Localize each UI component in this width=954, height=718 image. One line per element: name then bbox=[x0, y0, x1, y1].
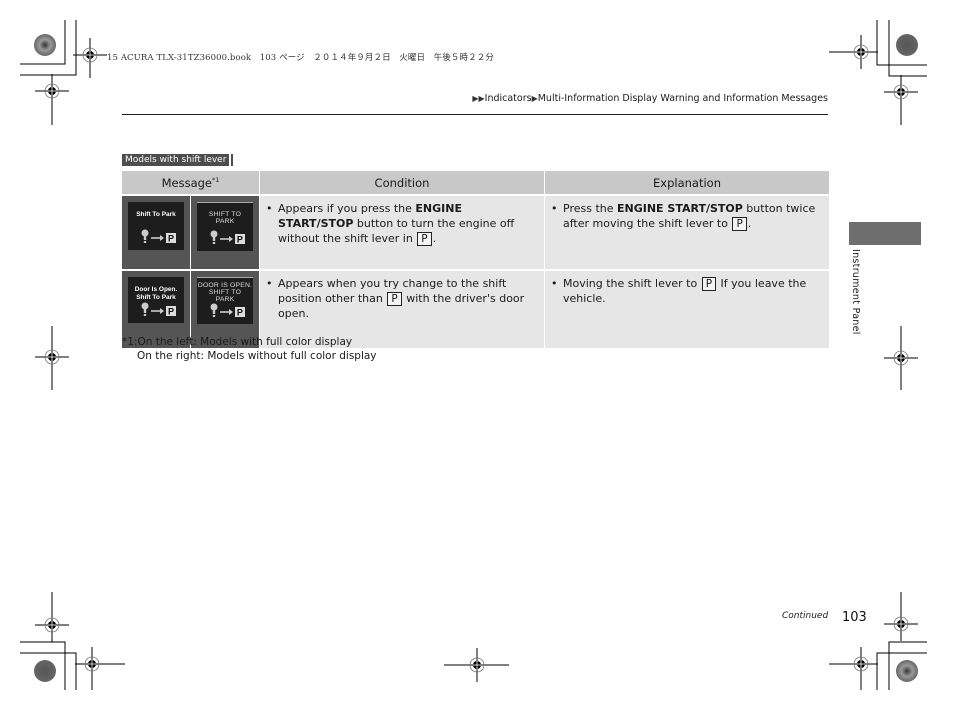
color-target-icon bbox=[896, 660, 918, 682]
gear-p-icon: P bbox=[387, 292, 402, 306]
color-target-icon bbox=[34, 660, 56, 682]
header-rule bbox=[122, 114, 828, 115]
bullet-icon: • bbox=[551, 277, 558, 290]
continued-label: Continued bbox=[782, 611, 829, 621]
shift-to-park-icon: P bbox=[210, 303, 245, 318]
registration-mark-icon bbox=[459, 647, 495, 683]
explanation-cell: • Press the ENGINE START/STOP button twi… bbox=[544, 194, 829, 270]
header-message: Message*1 bbox=[122, 171, 260, 195]
header-condition: Condition bbox=[259, 171, 545, 195]
bullet-icon: • bbox=[266, 202, 273, 215]
display-full-color: Shift To Park P bbox=[122, 194, 191, 270]
footnote-line-1: *1:On the left: Models with full color d… bbox=[122, 336, 353, 348]
registration-mark-icon bbox=[34, 339, 70, 375]
svg-text:P: P bbox=[237, 308, 243, 318]
models-tag: Models with shift lever bbox=[122, 154, 232, 166]
shift-to-park-icon: P bbox=[141, 229, 176, 244]
table-header-row: Message*1 Condition Explanation bbox=[122, 171, 829, 195]
display-screen: Door Is Open. Shift To Park P bbox=[128, 277, 184, 323]
print-header: 15 ACURA TLX-31TZ36000.book 103 ページ ２０１４… bbox=[107, 53, 494, 63]
header-explanation: Explanation bbox=[544, 171, 829, 195]
registration-mark-icon bbox=[843, 646, 879, 682]
breadcrumb-item-indicators[interactable]: Indicators bbox=[485, 93, 532, 104]
shift-to-park-icon: P bbox=[141, 302, 176, 317]
display-screen: Shift To Park P bbox=[128, 202, 184, 250]
explanation-cell: • Moving the shift lever to P If you lea… bbox=[544, 269, 829, 348]
registration-mark-icon bbox=[34, 607, 70, 643]
side-tab-marker bbox=[849, 222, 921, 245]
svg-text:P: P bbox=[168, 234, 174, 244]
footnote-line-2: On the right: Models without full color … bbox=[137, 350, 377, 362]
svg-text:P: P bbox=[168, 307, 174, 317]
display-screen: DOOR IS OPEN. SHIFT TO PARK P bbox=[197, 277, 253, 324]
bullet-icon: • bbox=[551, 202, 558, 215]
condition-cell: • Appears if you press the ENGINE START/… bbox=[259, 194, 545, 270]
table-row: Shift To Park P SHIFT TO PARK P • Appear… bbox=[122, 194, 829, 270]
gear-p-icon: P bbox=[701, 277, 717, 291]
shift-to-park-icon: P bbox=[210, 230, 245, 245]
right-triangle-icon: ▶▶ bbox=[472, 94, 485, 103]
breadcrumb: ▶▶Indicators▶Multi-Information Display W… bbox=[472, 93, 828, 104]
gear-p-icon: P bbox=[732, 217, 747, 231]
color-target-icon bbox=[896, 34, 918, 56]
svg-text:P: P bbox=[237, 235, 243, 245]
messages-table: Message*1 Condition Explanation Shift To… bbox=[122, 171, 829, 348]
color-target-icon bbox=[34, 34, 56, 56]
registration-mark-icon bbox=[72, 37, 108, 73]
registration-mark-icon bbox=[843, 34, 879, 70]
display-screen: SHIFT TO PARK P bbox=[197, 202, 253, 251]
registration-mark-icon bbox=[883, 606, 919, 642]
side-tab-label[interactable]: Instrument Panel bbox=[850, 249, 861, 335]
registration-mark-icon bbox=[883, 74, 919, 110]
footnote-ref: *1 bbox=[212, 175, 220, 184]
page-number: 103 bbox=[842, 610, 867, 625]
display-mono: SHIFT TO PARK P bbox=[190, 194, 260, 270]
breadcrumb-item-section[interactable]: Multi-Information Display Warning and In… bbox=[538, 93, 828, 104]
registration-mark-icon bbox=[74, 646, 110, 682]
registration-mark-icon bbox=[883, 340, 919, 376]
bullet-icon: • bbox=[266, 277, 273, 290]
gear-p-icon: P bbox=[417, 232, 432, 246]
registration-mark-icon bbox=[34, 73, 70, 109]
